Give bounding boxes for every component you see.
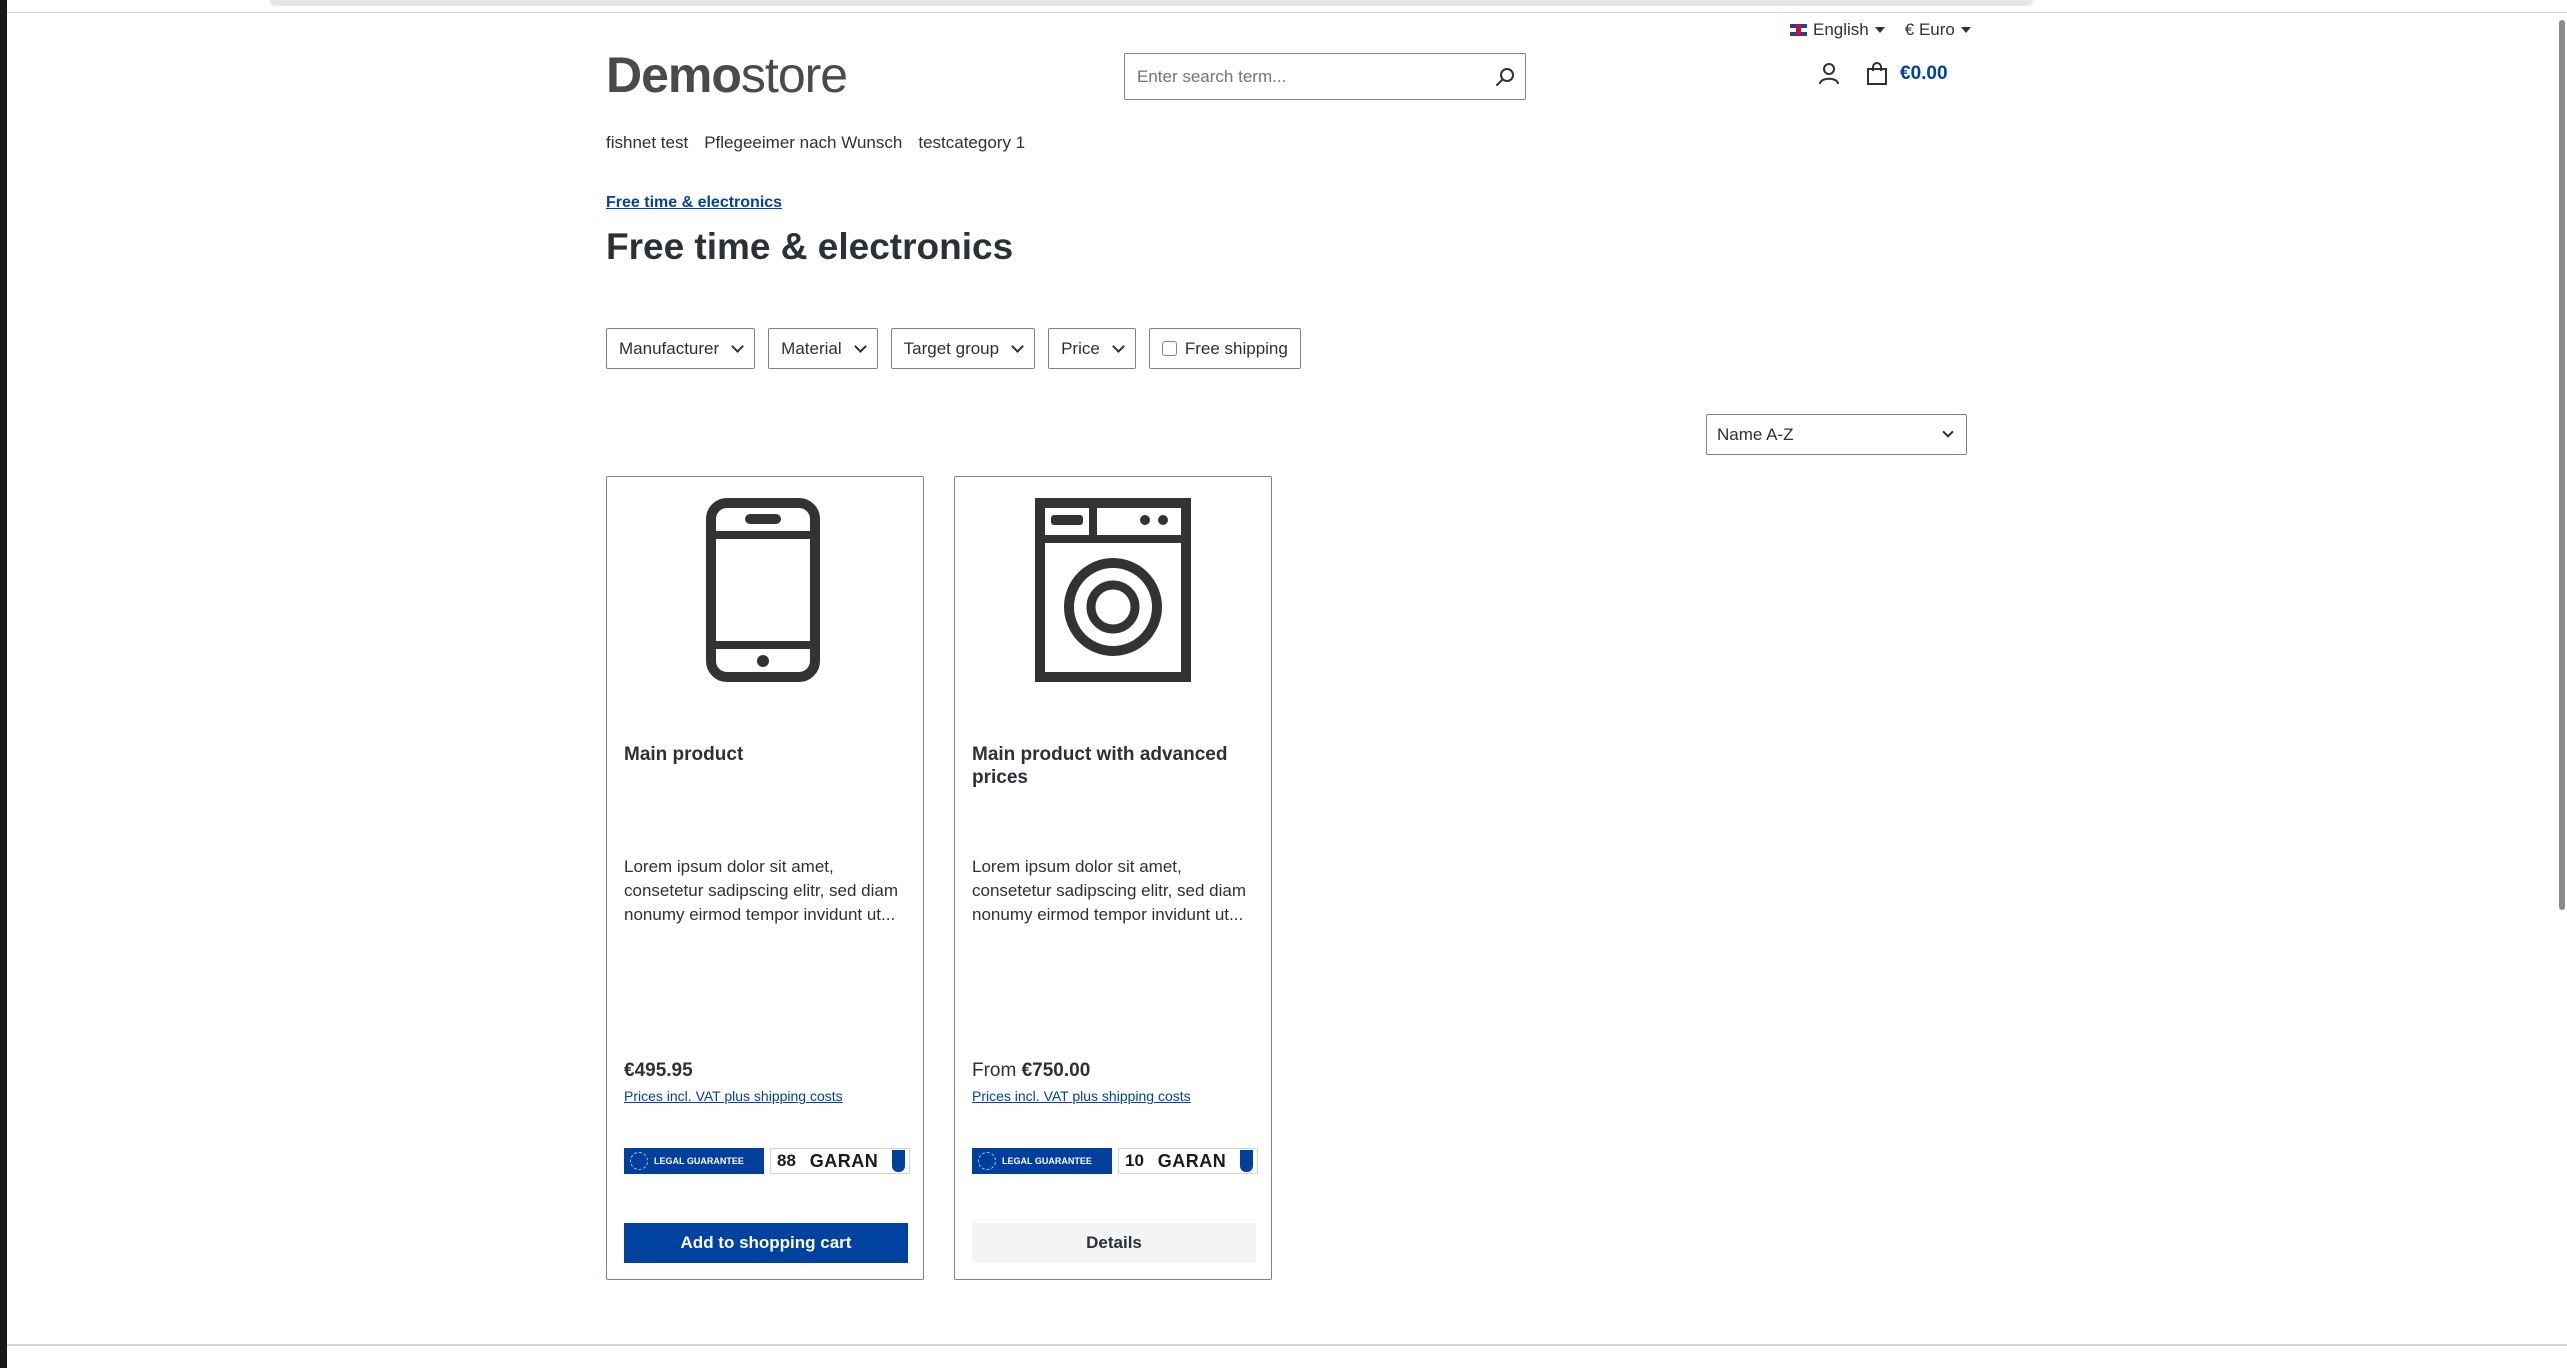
vat-shipping-link[interactable]: Prices incl. VAT plus shipping costs — [972, 1088, 1191, 1104]
product-name[interactable]: Main product with advanced prices — [972, 743, 1262, 789]
uk-flag-icon — [1790, 24, 1807, 36]
product-image[interactable] — [955, 497, 1271, 687]
guarantee-text: GARAN — [809, 1150, 879, 1171]
smartphone-icon — [706, 498, 820, 682]
caret-down-icon — [1960, 27, 1971, 33]
main-navigation: fishnet test Pflegeeimer nach Wunsch tes… — [606, 133, 1025, 153]
filter-label: Free shipping — [1184, 338, 1288, 358]
breadcrumb[interactable]: Free time & electronics — [606, 194, 782, 212]
filter-label: Price — [1061, 338, 1100, 358]
top-bar: English € Euro — [1790, 20, 1971, 40]
user-icon — [1819, 63, 1839, 85]
guarantee-badges: LEGAL GUARANTEE 88 GARAN — [624, 1148, 910, 1174]
search-form — [1124, 53, 1526, 100]
shopping-bag-icon — [1867, 62, 1887, 85]
legal-guarantee-text: LEGAL GUARANTEE — [654, 1155, 744, 1166]
filter-price[interactable]: Price — [1048, 328, 1136, 369]
filter-label: Material — [781, 338, 842, 358]
guarantee-number: 88 — [777, 1151, 796, 1170]
product-card: Main product with advanced prices Lorem … — [954, 476, 1272, 1280]
add-to-cart-button[interactable]: Add to shopping cart — [624, 1223, 908, 1263]
nav-item-testcategory[interactable]: testcategory 1 — [918, 133, 1025, 153]
logo-bold: Demo — [606, 47, 742, 103]
sort-select[interactable]: Name A-Z — [1706, 414, 1967, 455]
filter-label: Manufacturer — [619, 338, 720, 358]
filter-target-group[interactable]: Target group — [890, 328, 1036, 369]
legal-guarantee-badge: LEGAL GUARANTEE — [624, 1148, 764, 1174]
eu-stars-icon — [978, 1152, 996, 1170]
product-price: From €750.00 — [972, 1060, 1090, 1082]
chevron-down-icon — [1011, 339, 1024, 353]
eu-stars-icon — [630, 1152, 648, 1170]
filter-free-shipping[interactable]: Free shipping — [1148, 328, 1301, 369]
guarantee-number: 10 — [1125, 1151, 1144, 1170]
page-title: Free time & electronics — [606, 226, 1014, 267]
window-edge — [0, 0, 7, 1368]
product-description: Lorem ipsum dolor sit amet, consetetur s… — [624, 857, 899, 924]
product-card: Main product Lorem ipsum dolor sit amet,… — [606, 476, 924, 1280]
product-image[interactable] — [607, 497, 923, 687]
store-logo[interactable]: Demostore — [606, 46, 848, 104]
search-icon[interactable] — [1485, 54, 1525, 99]
language-label: English — [1813, 20, 1869, 39]
product-name[interactable]: Main product — [624, 743, 914, 766]
details-button[interactable]: Details — [972, 1223, 1256, 1263]
price-value: €750.00 — [1021, 1060, 1091, 1081]
shield-icon — [1239, 1150, 1253, 1172]
footer-divider — [7, 1344, 2567, 1346]
chevron-down-icon — [1942, 426, 1954, 438]
currency-switcher[interactable]: € Euro — [1905, 20, 1971, 40]
guarantee-badge: 10 GARAN — [1118, 1148, 1258, 1174]
filter-material[interactable]: Material — [768, 328, 878, 369]
nav-item-pflegeeimer[interactable]: Pflegeeimer nach Wunsch — [704, 133, 902, 153]
browser-tab-strip — [270, 0, 2033, 6]
guarantee-badge: 88 GARAN — [770, 1148, 910, 1174]
filter-panel: Manufacturer Material Target group Price… — [606, 328, 1301, 369]
legal-guarantee-text: LEGAL GUARANTEE — [1002, 1155, 1092, 1166]
legal-guarantee-badge: LEGAL GUARANTEE — [972, 1148, 1112, 1174]
shield-icon — [891, 1150, 905, 1172]
product-price: €495.95 — [624, 1060, 693, 1082]
price-prefix: From — [972, 1060, 1017, 1081]
filter-label: Target group — [903, 338, 1000, 358]
guarantee-text: GARAN — [1157, 1150, 1227, 1171]
price-value: €495.95 — [624, 1060, 693, 1081]
cart-button[interactable]: €0.00 — [1866, 62, 1948, 86]
product-description: Lorem ipsum dolor sit amet, consetetur s… — [972, 857, 1247, 924]
logo-light: store — [740, 47, 848, 103]
washing-machine-icon — [1035, 498, 1191, 682]
currency-label: € Euro — [1904, 20, 1955, 39]
caret-down-icon — [1874, 27, 1885, 33]
filter-manufacturer[interactable]: Manufacturer — [606, 328, 756, 369]
guarantee-badges: LEGAL GUARANTEE 10 GARAN — [972, 1148, 1258, 1174]
sort-selected-value: Name A-Z — [1717, 424, 1794, 444]
top-divider — [7, 12, 2567, 13]
chevron-down-icon — [731, 339, 745, 353]
chevron-down-icon — [853, 339, 867, 353]
language-switcher[interactable]: English — [1790, 20, 1885, 40]
search-input[interactable] — [1125, 54, 1485, 99]
chevron-down-icon — [1111, 339, 1125, 353]
account-button[interactable] — [1818, 62, 1840, 91]
vat-shipping-link[interactable]: Prices incl. VAT plus shipping costs — [624, 1088, 843, 1104]
page-scrollbar[interactable] — [2559, 20, 2565, 910]
free-shipping-checkbox[interactable] — [1161, 341, 1177, 356]
nav-item-fishnet-test[interactable]: fishnet test — [606, 133, 688, 153]
cart-total: €0.00 — [1900, 63, 1948, 84]
